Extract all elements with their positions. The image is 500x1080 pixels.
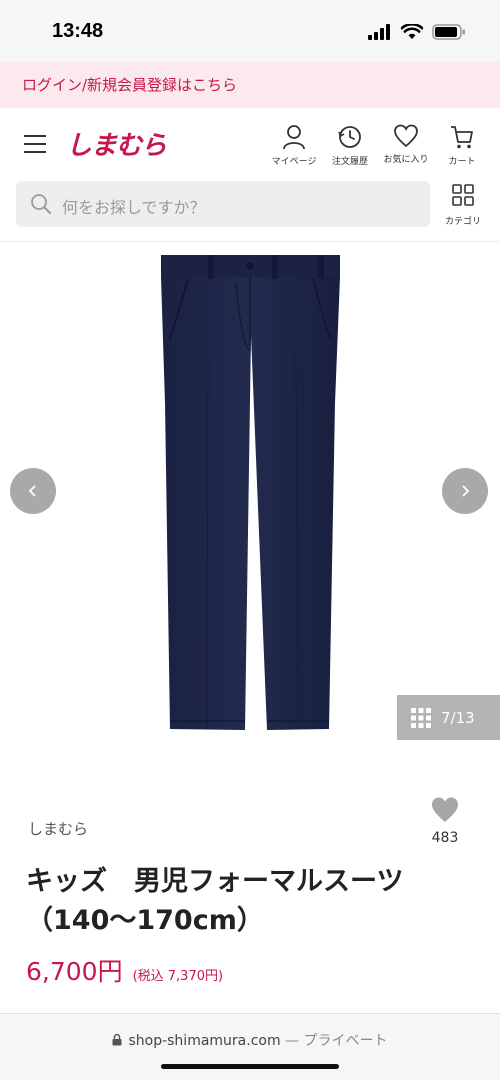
svg-text:しまむら: しまむら: [66, 131, 166, 160]
chevron-right-icon: [462, 485, 470, 497]
grid-icon: [452, 184, 474, 206]
cart-icon: [451, 126, 473, 149]
status-time: 13:48: [52, 20, 104, 42]
image-counter-text: 7/13: [441, 708, 475, 727]
next-image-button[interactable]: [442, 468, 488, 514]
login-register-link[interactable]: ログイン/新規会員登録はこちら: [22, 74, 237, 95]
category-label: カテゴリ: [444, 217, 481, 227]
product-image: [161, 255, 340, 730]
product-image-gallery[interactable]: 7/13: [0, 243, 500, 763]
favorite-button[interactable]: 483: [424, 796, 466, 846]
image-counter-button[interactable]: 7/13: [397, 695, 500, 740]
product-price: 6,700円: [26, 957, 123, 986]
brand-name[interactable]: しまむら: [28, 818, 88, 839]
favorites-button[interactable]: お気に入り: [378, 124, 434, 165]
person-icon: [283, 125, 305, 150]
url-domain: shop-shimamura.com: [128, 1033, 281, 1049]
mypage-button[interactable]: マイページ: [266, 124, 322, 167]
chevron-left-icon: [28, 485, 36, 497]
search-input[interactable]: 何をお探しですか？: [16, 181, 430, 227]
thumbnail-grid-icon: [411, 707, 431, 728]
order-history-label: 注文履歴: [331, 157, 368, 167]
favorite-count: 483: [431, 830, 459, 846]
site-header: しまむら マイページ 注文履歴 お気に入り カート 何をお探しですか？ カテゴリ: [0, 108, 500, 242]
product-title: キッズ 男児フォーマルスーツ（140〜170cm）: [26, 866, 404, 936]
browser-url-bar[interactable]: shop-shimamura.com — プライベート: [0, 1013, 500, 1080]
status-bar: 13:48: [0, 0, 500, 62]
status-icons: [368, 24, 466, 40]
home-indicator[interactable]: [161, 1064, 339, 1069]
previous-image-button[interactable]: [10, 468, 56, 514]
shimamura-logo[interactable]: しまむら: [66, 128, 170, 164]
battery-icon: [432, 24, 465, 40]
history-icon: [338, 126, 361, 148]
category-button[interactable]: カテゴリ: [436, 184, 490, 227]
private-mode-label: — プライベート: [280, 1033, 388, 1049]
mypage-label: マイページ: [271, 157, 317, 167]
heart-icon: [394, 124, 418, 148]
cart-button[interactable]: カート: [434, 124, 490, 167]
hamburger-menu-icon[interactable]: [24, 135, 46, 153]
cellular-signal-icon: [368, 24, 390, 40]
url-display[interactable]: shop-shimamura.com — プライベート: [0, 1030, 500, 1050]
wifi-icon: [401, 24, 423, 39]
price-including-tax: (税込 7,370円): [132, 969, 224, 984]
heart-icon: [432, 797, 458, 822]
lock-icon: [112, 1033, 122, 1046]
search-icon: [31, 194, 51, 214]
login-banner[interactable]: ログイン/新規会員登録はこちら: [0, 62, 500, 108]
favorites-label: お気に入り: [383, 155, 429, 165]
price-row: 6,700円 (税込 7,370円): [26, 952, 223, 988]
order-history-button[interactable]: 注文履歴: [322, 124, 378, 167]
search-placeholder: 何をお探しですか？: [62, 198, 206, 217]
cart-label: カート: [448, 157, 476, 167]
